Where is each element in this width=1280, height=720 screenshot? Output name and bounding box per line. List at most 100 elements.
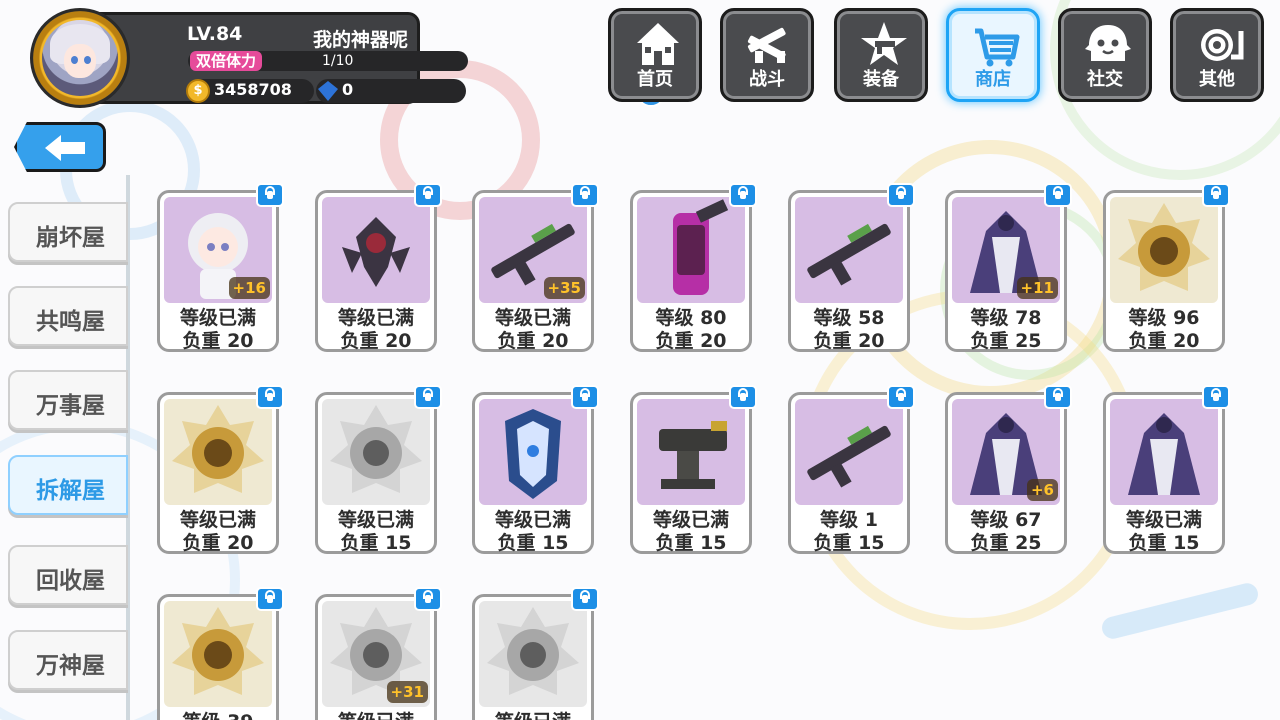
nav-shop-label: 商店 xyxy=(975,69,1011,90)
lock-icon[interactable] xyxy=(414,385,442,409)
arrow-left-icon xyxy=(45,135,85,161)
item-level: 等级已满 xyxy=(318,707,434,720)
item-card[interactable]: 等级已满 负重 20 xyxy=(157,385,284,554)
lock-icon[interactable] xyxy=(571,183,599,207)
item-card[interactable]: 等级 96 负重 20 xyxy=(1103,183,1230,352)
item-card[interactable]: 等级已满 负重 15 xyxy=(1103,385,1230,554)
lock-icon[interactable] xyxy=(1044,183,1072,207)
player-panel: LV.84 我的神器呢 双倍体力 1/10 $ 3458708 0 + xyxy=(30,8,666,108)
coin-icon: $ xyxy=(186,79,210,103)
gem-counter: 0 + xyxy=(316,77,666,107)
lock-icon[interactable] xyxy=(887,385,915,409)
item-image xyxy=(795,197,903,303)
lock-icon[interactable] xyxy=(256,183,284,207)
crossed-guns-icon xyxy=(747,27,786,63)
item-card[interactable]: +16 等级已满 负重 20 xyxy=(157,183,284,352)
sidebar-tab-label: 崩坏屋 xyxy=(36,225,105,251)
item-weight: 负重 15 xyxy=(655,532,727,554)
nav-social-button[interactable]: 社交 xyxy=(1058,8,1152,102)
snail-icon xyxy=(1201,29,1244,61)
item-image xyxy=(795,399,903,505)
item-image xyxy=(479,399,587,505)
item-card[interactable]: 等级 1 负重 15 xyxy=(788,385,915,554)
lock-icon[interactable] xyxy=(1044,385,1072,409)
player-level: LV.84 xyxy=(187,23,243,45)
stamina-count: 1/10 xyxy=(322,53,354,69)
avatar xyxy=(42,20,118,96)
enhance-level-badge: +16 xyxy=(228,277,270,299)
sidebar-tab-label: 拆解屋 xyxy=(36,478,105,504)
back-button[interactable] xyxy=(14,122,106,172)
sidebar-tab-3[interactable]: 拆解屋 xyxy=(8,455,128,515)
item-weight: 负重 20 xyxy=(497,330,569,352)
nav-home-button[interactable]: 首页 xyxy=(608,8,702,102)
coin-value: 3458708 xyxy=(214,80,292,99)
lock-icon[interactable] xyxy=(571,385,599,409)
item-image xyxy=(1110,399,1218,505)
gem-value: 0 xyxy=(342,80,354,99)
item-image xyxy=(322,197,430,303)
nav-other-label: 其他 xyxy=(1199,69,1235,90)
sidebar-tab-5[interactable]: 万神屋 xyxy=(8,630,128,690)
lock-icon[interactable] xyxy=(414,587,442,611)
item-image xyxy=(1110,197,1218,303)
sidebar-tab-2[interactable]: 万事屋 xyxy=(8,370,128,430)
lock-icon[interactable] xyxy=(729,183,757,207)
enhance-level-badge: +11 xyxy=(1016,277,1058,299)
item-card[interactable]: 等级已满 负重 15 xyxy=(315,385,442,554)
sidebar-tab-label: 共鸣屋 xyxy=(36,309,105,335)
sidebar-tab-4[interactable]: 回收屋 xyxy=(8,545,128,605)
item-image xyxy=(164,601,272,707)
item-card[interactable]: +31 等级已满 xyxy=(315,587,442,720)
enhance-level-badge: +6 xyxy=(1026,479,1058,501)
enhance-level-badge: +35 xyxy=(543,277,585,299)
item-card[interactable]: 等级已满 负重 15 xyxy=(630,385,757,554)
item-card[interactable]: 等级已满 负重 15 xyxy=(472,385,599,554)
item-card[interactable]: +11 等级 78 负重 25 xyxy=(945,183,1072,352)
item-weight: 负重 25 xyxy=(970,532,1042,554)
nav-battle-button[interactable]: 战斗 xyxy=(720,8,814,102)
sidebar-tab-label: 万事屋 xyxy=(36,393,105,419)
lock-icon[interactable] xyxy=(571,587,599,611)
nav-social-label: 社交 xyxy=(1087,69,1123,90)
gem-icon xyxy=(318,81,338,101)
lock-icon[interactable] xyxy=(414,183,442,207)
item-card[interactable]: +35 等级已满 负重 20 xyxy=(472,183,599,352)
lock-icon[interactable] xyxy=(1202,183,1230,207)
sidebar-tab-label: 万神屋 xyxy=(36,653,105,679)
stamina-bar: 双倍体力 1/10 xyxy=(188,51,468,71)
item-weight: 负重 20 xyxy=(1128,330,1200,352)
sidebar-tab-0[interactable]: 崩坏屋 xyxy=(8,202,128,262)
lock-icon[interactable] xyxy=(729,385,757,409)
item-weight: 负重 20 xyxy=(340,330,412,352)
nav-equip-button[interactable]: 装备 xyxy=(834,8,928,102)
nav-shop-button[interactable]: 商店 xyxy=(946,8,1040,102)
item-card[interactable]: 等级 80 负重 20 xyxy=(630,183,757,352)
house-icon xyxy=(637,23,679,65)
item-card[interactable]: 等级已满 负重 20 xyxy=(315,183,442,352)
item-card[interactable]: +6 等级 67 负重 25 xyxy=(945,385,1072,554)
item-weight: 负重 20 xyxy=(655,330,727,352)
item-weight: 负重 15 xyxy=(813,532,885,554)
item-card[interactable]: 等级 58 负重 20 xyxy=(788,183,915,352)
item-weight: 负重 15 xyxy=(340,532,412,554)
sidebar-tab-label: 回收屋 xyxy=(36,568,105,594)
item-weight: 负重 20 xyxy=(182,330,254,352)
lock-icon[interactable] xyxy=(1202,385,1230,409)
lock-icon[interactable] xyxy=(887,183,915,207)
nav-other-button[interactable]: 其他 xyxy=(1170,8,1264,102)
item-card[interactable]: 等级已满 xyxy=(472,587,599,720)
item-weight: 负重 25 xyxy=(970,330,1042,352)
stamina-label: 双倍体力 xyxy=(190,51,263,71)
lock-icon[interactable] xyxy=(256,587,284,611)
shop-basket-icon xyxy=(975,28,1020,67)
nav-battle-label: 战斗 xyxy=(749,69,785,90)
item-image xyxy=(637,399,745,505)
enhance-level-badge: +31 xyxy=(386,681,428,703)
item-image xyxy=(637,197,745,303)
item-image xyxy=(479,601,587,707)
item-card[interactable]: 等级 39 xyxy=(157,587,284,720)
avatar-frame[interactable] xyxy=(30,8,130,108)
lock-icon[interactable] xyxy=(256,385,284,409)
sidebar-tab-1[interactable]: 共鸣屋 xyxy=(8,286,128,346)
